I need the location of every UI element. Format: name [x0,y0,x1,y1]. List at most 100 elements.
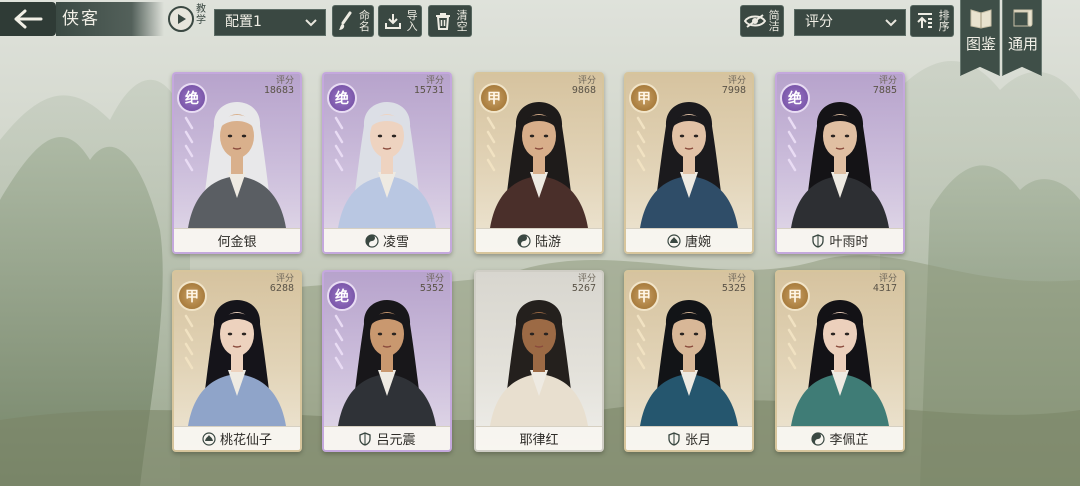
hero-card[interactable]: 甲评分 9868 陆游 [474,72,604,254]
config-select[interactable]: 配置1 [214,9,326,36]
hero-name: 李佩芷 [829,433,869,448]
sort-order-button[interactable]: 排序 [910,5,954,37]
grade-badge: 甲 [780,281,810,311]
hero-name: 叶雨时 [829,235,869,250]
hero-card[interactable]: 甲评分 6288 桃花仙子 [172,270,302,452]
grade-badge: 甲 [177,281,207,311]
clear-label: 清空 [456,9,468,33]
tutorial-button[interactable] [168,6,194,32]
hero-portrait [490,300,588,426]
hero-name-bar: 耶律红 [476,426,602,450]
config-select-value: 配置1 [225,14,262,30]
play-icon [178,14,186,24]
yin-yang-icon [517,233,531,248]
rank-ribbon-icon [636,314,646,370]
shield-icon [358,431,372,446]
hero-name-bar: 何金银 [174,228,300,252]
hero-name: 张月 [684,433,711,448]
hero-score: 5267 [571,283,596,294]
hero-card[interactable]: 绝评分 7885 叶雨时 [775,72,905,254]
grade-badge: 甲 [479,83,509,113]
hero-name: 耶律红 [519,433,559,448]
yin-yang-icon [811,431,826,446]
simple-view-label: 简洁 [768,9,780,33]
brush-icon [333,6,359,36]
grade-badge: 甲 [629,83,659,113]
import-label: 导入 [406,9,418,33]
hero-name: 何金银 [217,235,257,250]
sort-select[interactable]: 评分 [794,9,906,36]
grade-badge: 绝 [327,281,357,311]
rank-ribbon-icon [334,116,344,172]
grade-badge: 绝 [177,83,207,113]
hero-card[interactable]: 甲评分 7998 唐婉 [624,72,754,254]
hero-name-bar: 张月 [626,426,752,450]
book-icon [970,9,992,29]
lotus-icon [202,431,216,446]
chevron-down-icon [883,10,899,35]
clear-button[interactable]: 清空 [428,5,472,37]
lotus-icon [667,233,681,248]
yin-yang-icon [365,233,379,248]
tutorial-label: 教学 [196,4,206,26]
hero-card[interactable]: 甲评分 4317 李佩芷 [775,270,905,452]
rank-ribbon-icon [184,314,194,370]
grade-badge: 绝 [780,83,810,113]
hero-name-bar: 吕元震 [324,426,450,450]
hero-name-bar: 叶雨时 [777,228,903,252]
sort-order-label: 排序 [938,9,950,33]
shield-icon [811,233,825,248]
tab-codex[interactable]: 图鉴 [960,0,1000,76]
hero-score: 7885 [872,85,897,96]
rank-ribbon-icon [334,314,344,370]
rank-ribbon-icon [486,116,496,172]
import-button[interactable]: 导入 [378,5,422,37]
hero-score: 5352 [419,283,444,294]
hero-name: 陆游 [534,235,561,250]
hero-name: 桃花仙子 [219,433,272,448]
hero-name-bar: 凌雪 [324,228,450,252]
hero-card[interactable]: 绝评分 5352 吕元震 [322,270,452,452]
hero-card[interactable]: 评分 5267 耶律红 [474,270,604,452]
hero-score: 18683 [263,85,294,96]
hero-score: 5325 [721,283,746,294]
hero-name-bar: 唐婉 [626,228,752,252]
hero-name-bar: 陆游 [476,228,602,252]
chevron-down-icon [303,10,319,35]
download-icon [379,6,406,36]
simple-view-toggle[interactable]: 简洁 [740,5,784,37]
hero-name-bar: 桃花仙子 [174,426,300,450]
scroll-icon [1013,9,1033,27]
hero-name: 吕元震 [376,433,416,448]
sort-icon [911,6,938,36]
top-bar: 侠客 教学 配置1 命名 导入 清空 简洁 评分 排序 图鉴 通用 [0,0,1080,76]
hero-name: 唐婉 [684,235,711,250]
grade-badge: 甲 [629,281,659,311]
back-arrow-icon [14,9,43,29]
tab-codex-label: 图鉴 [965,35,996,53]
back-button[interactable] [0,2,56,36]
rename-button[interactable]: 命名 [332,5,374,37]
sort-select-value: 评分 [805,14,833,30]
trash-icon [429,6,456,36]
hero-name-bar: 李佩芷 [777,426,903,450]
shield-icon [667,431,681,446]
eye-slash-icon [741,6,768,36]
rank-ribbon-icon [787,116,797,172]
rank-ribbon-icon [184,116,194,172]
hero-card[interactable]: 绝评分 15731 凌雪 [322,72,452,254]
hero-score: 15731 [413,85,444,96]
tab-general-label: 通用 [1007,35,1038,53]
hero-name: 凌雪 [382,235,409,250]
page-title: 侠客 [56,2,164,36]
tab-general[interactable]: 通用 [1002,0,1042,76]
rename-label: 命名 [358,9,370,33]
hero-score: 9868 [571,85,596,96]
hero-card[interactable]: 绝评分 18683 何金银 [172,72,302,254]
grade-badge: 绝 [327,83,357,113]
hero-score: 4317 [872,283,897,294]
rank-ribbon-icon [636,116,646,172]
rank-ribbon-icon [787,314,797,370]
hero-card[interactable]: 甲评分 5325 张月 [624,270,754,452]
hero-score: 6288 [269,283,294,294]
